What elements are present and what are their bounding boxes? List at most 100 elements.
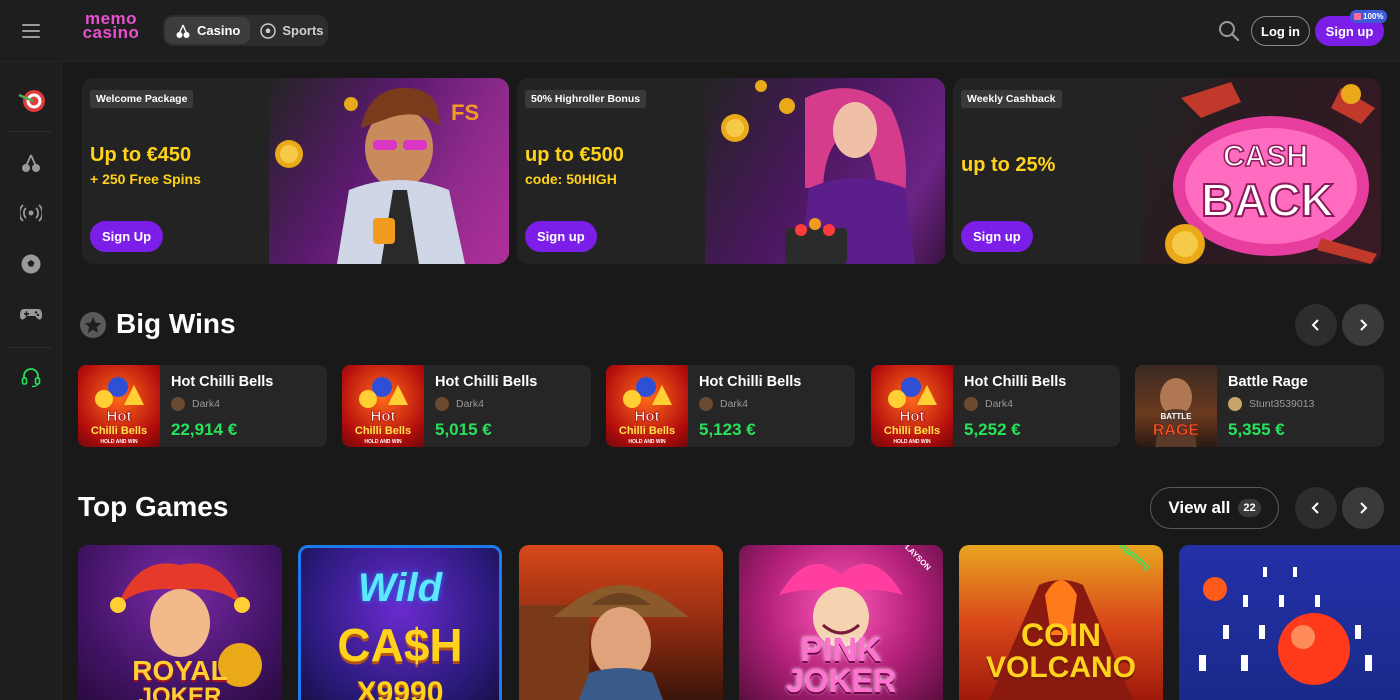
- avatar: [435, 397, 449, 411]
- sidebar-item-sports[interactable]: [0, 244, 62, 284]
- big-win-card[interactable]: Hot Chilli Bells HOLD AND WIN Hot Chilli…: [606, 365, 855, 447]
- promo-banner-highroller[interactable]: 50% Highroller Bonus up to €500 code: 50…: [517, 78, 945, 264]
- winner: Dark4: [699, 396, 748, 412]
- game-thumbnail: Hot Chilli Bells HOLD AND WIN: [78, 365, 160, 447]
- top-bar: memo casino Casino Sports Log in Sign up…: [0, 0, 1400, 62]
- game-tile-pink-joker[interactable]: PLAYSON PINK JOKER: [739, 545, 943, 700]
- banner-subline: + 250 Free Spins: [90, 171, 201, 187]
- game-title-line1: Wild: [357, 566, 443, 610]
- game-tile-wild-cash[interactable]: Wild CA$H X9990: [298, 545, 502, 700]
- sidebar-item-games[interactable]: [0, 294, 62, 334]
- svg-text:Chilli Bells: Chilli Bells: [355, 425, 411, 437]
- svg-text:Chilli Bells: Chilli Bells: [619, 425, 675, 437]
- promo-banner-welcome[interactable]: FS Welcome Package Up to €450 + 250 Free…: [82, 78, 509, 264]
- win-amount: 5,015 €: [435, 420, 492, 439]
- gift-icon: [1354, 13, 1361, 20]
- win-amount: 5,355 €: [1228, 420, 1285, 439]
- sidebar-item-live[interactable]: [0, 193, 62, 233]
- banner-subline: code: 50HIGH: [525, 171, 617, 187]
- big-wins-next-button[interactable]: [1342, 304, 1384, 346]
- game-tile-coin-volcano[interactable]: bgaming COIN VOLCANO: [959, 545, 1163, 700]
- game-tile-royal-joker[interactable]: ROYAL JOKER: [78, 545, 282, 700]
- sidebar-item-promotions[interactable]: [0, 81, 62, 121]
- cherry-icon: [22, 154, 40, 172]
- winner-name: Dark4: [720, 398, 749, 410]
- tab-sports[interactable]: Sports: [250, 17, 333, 44]
- game-title-line3: X9990: [356, 676, 444, 700]
- sidebar-item-support[interactable]: [0, 357, 62, 397]
- headset-icon: [21, 368, 41, 388]
- svg-text:HOLD AND WIN: HOLD AND WIN: [364, 439, 402, 445]
- cash-art-text: CASH: [1223, 140, 1308, 173]
- big-wins-star-icon: [79, 311, 107, 339]
- soccer-ball-icon: [260, 22, 277, 39]
- svg-text:HOLD AND WIN: HOLD AND WIN: [893, 439, 931, 445]
- sidebar: [0, 62, 62, 700]
- login-button[interactable]: Log in: [1251, 16, 1310, 46]
- game-title-line2: JOKER: [138, 683, 222, 700]
- winner: Stunt3539013: [1228, 396, 1314, 412]
- sidebar-item-casino[interactable]: [0, 143, 62, 183]
- search-icon: [1219, 21, 1240, 42]
- game-thumbnail: Hot Chilli Bells HOLD AND WIN: [342, 365, 424, 447]
- tab-casino[interactable]: Casino: [165, 17, 251, 44]
- svg-text:Hot: Hot: [371, 408, 396, 425]
- winner-name: Dark4: [985, 398, 1014, 410]
- svg-text:Hot: Hot: [635, 408, 660, 425]
- banner-headline: up to €500: [525, 144, 624, 166]
- avatar: [171, 397, 185, 411]
- game-tile-plinko[interactable]: [1179, 545, 1400, 700]
- game-title-line2: VOLCANO: [986, 651, 1136, 684]
- game-name: Hot Chilli Bells: [171, 374, 274, 390]
- svg-text:HOLD AND WIN: HOLD AND WIN: [628, 439, 666, 445]
- big-wins-prev-button[interactable]: [1295, 304, 1337, 346]
- live-broadcast-icon: [20, 204, 42, 222]
- top-games-next-button[interactable]: [1342, 487, 1384, 529]
- banner-signup-button[interactable]: Sign Up: [90, 221, 164, 252]
- game-name: Hot Chilli Bells: [964, 374, 1067, 390]
- search-button[interactable]: [1216, 18, 1242, 44]
- cherry-icon: [175, 23, 191, 39]
- banner-signup-button[interactable]: Sign up: [525, 221, 597, 252]
- big-win-card[interactable]: Hot Chilli Bells HOLD AND WIN Hot Chilli…: [871, 365, 1120, 447]
- banner-tag: Welcome Package: [90, 90, 194, 108]
- tab-sports-label: Sports: [282, 23, 324, 38]
- game-name: Hot Chilli Bells: [699, 374, 802, 390]
- soccer-ball-icon: [21, 254, 41, 274]
- chevron-right-icon: [1360, 502, 1368, 514]
- svg-text:Hot: Hot: [107, 408, 132, 425]
- bonus-badge: 100%: [1350, 10, 1388, 23]
- game-thumbnail: BATTLE RAGE: [1135, 365, 1217, 447]
- big-win-card[interactable]: Hot Chilli Bells HOLD AND WIN Hot Chilli…: [78, 365, 327, 447]
- big-win-card[interactable]: Hot Chilli Bells HOLD AND WIN Hot Chilli…: [342, 365, 591, 447]
- winner: Dark4: [435, 396, 484, 412]
- category-switch: Casino Sports: [163, 15, 328, 46]
- win-amount: 5,123 €: [699, 420, 756, 439]
- banner-art-welcome: FS: [269, 78, 509, 264]
- avatar: [699, 397, 713, 411]
- promo-banner-cashback[interactable]: CASH BACK Weekly Cashback up to 25% Sign…: [953, 78, 1381, 264]
- big-wins-title: Big Wins: [116, 308, 236, 339]
- view-all-button[interactable]: View all 22: [1150, 487, 1279, 529]
- banner-headline: up to 25%: [961, 154, 1056, 176]
- game-title-line2: JOKER: [785, 663, 897, 699]
- game-title-line1: COIN: [1021, 617, 1101, 653]
- banner-art-highroller: [705, 78, 945, 264]
- logo[interactable]: memo casino: [78, 10, 144, 48]
- winner: Dark4: [171, 396, 220, 412]
- game-tile-adventurer[interactable]: [519, 545, 723, 700]
- gamepad-icon: [20, 309, 42, 320]
- win-amount: 5,252 €: [964, 420, 1021, 439]
- hamburger-icon: [22, 24, 40, 38]
- chevron-left-icon: [1311, 502, 1319, 514]
- banner-signup-button[interactable]: Sign up: [961, 221, 1033, 252]
- target-icon: [18, 90, 45, 112]
- avatar: [964, 397, 978, 411]
- big-win-card[interactable]: BATTLE RAGE Battle Rage Stunt3539013 5,3…: [1135, 365, 1384, 447]
- banner-art-cashback: CASH BACK: [1141, 78, 1381, 264]
- menu-button[interactable]: [0, 0, 62, 62]
- winner-name: Dark4: [192, 398, 221, 410]
- games-count-badge: 22: [1238, 499, 1261, 517]
- game-thumbnail: Hot Chilli Bells HOLD AND WIN: [871, 365, 953, 447]
- top-games-prev-button[interactable]: [1295, 487, 1337, 529]
